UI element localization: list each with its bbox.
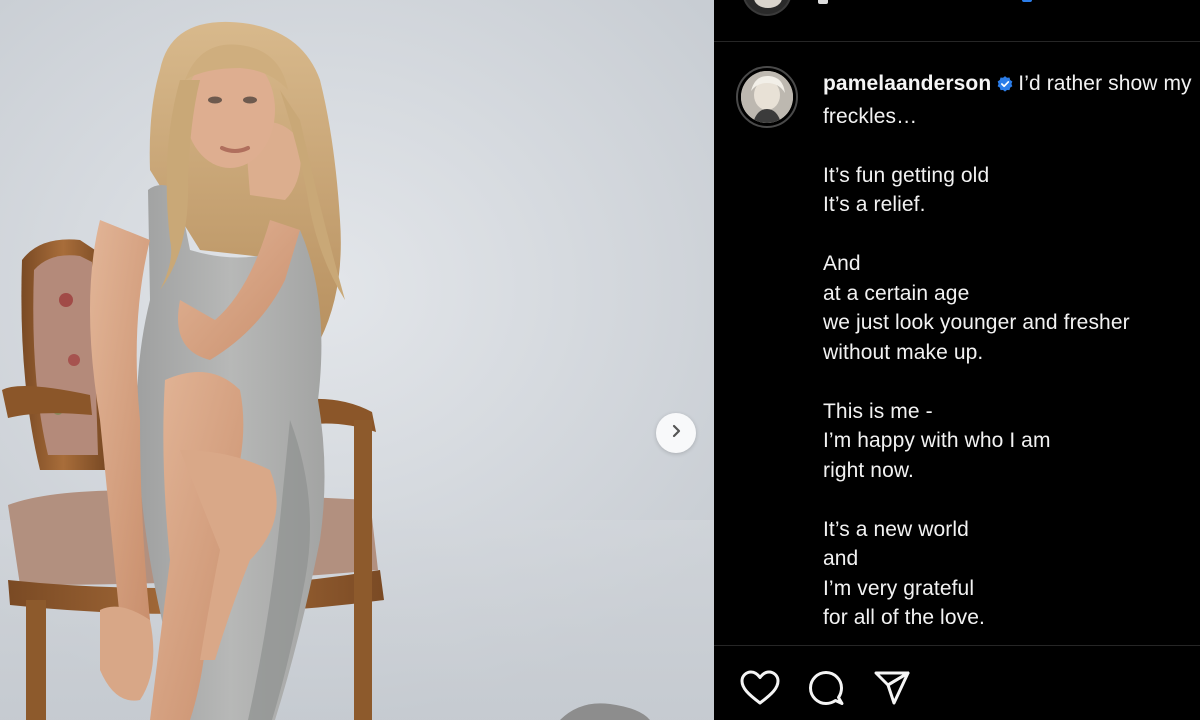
post-caption: pamelaanderson I’d rather show my freckl… bbox=[823, 69, 1195, 633]
heart-icon bbox=[740, 670, 780, 711]
chevron-right-icon bbox=[668, 423, 684, 444]
comment-icon bbox=[807, 669, 845, 712]
header-follow-link[interactable] bbox=[1022, 0, 1032, 2]
caption-username[interactable]: pamelaanderson bbox=[823, 72, 991, 95]
share-button[interactable] bbox=[872, 670, 912, 710]
paper-plane-icon bbox=[873, 670, 911, 711]
photo-scene bbox=[0, 21, 714, 720]
next-photo-button[interactable] bbox=[656, 413, 696, 453]
caption-line: It’s fun getting old bbox=[823, 163, 990, 187]
caption-line: right now. bbox=[823, 458, 914, 482]
caption-line: I’m happy with who I am bbox=[823, 429, 1051, 452]
caption-line: It’s a relief. bbox=[823, 193, 926, 216]
like-button[interactable] bbox=[740, 670, 780, 710]
avatar[interactable] bbox=[736, 66, 798, 128]
caption-line: at a certain age bbox=[823, 281, 970, 305]
caption-line: And bbox=[823, 252, 861, 275]
caption-line: I’m very grateful bbox=[823, 576, 975, 600]
post-header bbox=[714, 0, 1200, 42]
avatar-image bbox=[741, 71, 793, 123]
post-photo[interactable] bbox=[0, 0, 714, 720]
caption-line: It’s a new world bbox=[823, 517, 969, 541]
caption-line: we just look younger and fresher bbox=[823, 311, 1130, 334]
comment-button[interactable] bbox=[806, 670, 846, 710]
caption-line: and bbox=[823, 547, 859, 570]
caption-line: This is me - bbox=[823, 399, 933, 423]
header-username[interactable] bbox=[818, 0, 828, 4]
action-bar bbox=[714, 645, 1200, 720]
caption-lines: It’s fun getting old It’s a relief. And at … bbox=[823, 131, 1195, 633]
header-avatar[interactable] bbox=[742, 0, 792, 16]
post-side-panel: pamelaanderson I’d rather show my freckl… bbox=[714, 0, 1200, 720]
caption-line: without make up. bbox=[823, 340, 984, 364]
verified-badge-icon bbox=[996, 72, 1014, 102]
caption-line: for all of the love. bbox=[823, 606, 985, 629]
